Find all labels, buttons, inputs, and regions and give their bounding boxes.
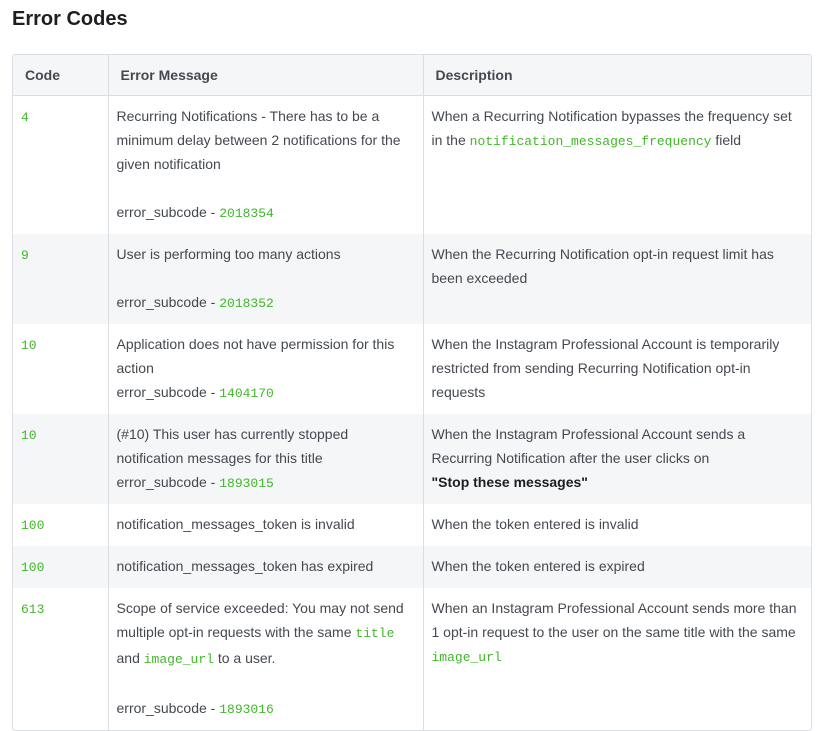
description-code: image_url xyxy=(431,650,502,665)
error-codes-table: Code Error Message Description 4 Recurri… xyxy=(13,55,811,730)
column-header-code: Code xyxy=(13,55,108,96)
description-cell: When an Instagram Professional Account s… xyxy=(422,588,811,730)
error-message-cell: (#10) This user has currently stopped no… xyxy=(107,414,423,504)
error-code-cell: 10 xyxy=(13,324,108,414)
description-cell: When the Instagram Professional Account … xyxy=(422,324,811,414)
description-code: notification_messages_frequency xyxy=(469,134,712,149)
error-message: (#10) This user has currently stopped no… xyxy=(116,426,349,466)
description-text: When an Instagram Professional Account s… xyxy=(431,600,797,640)
subcode-label: error_subcode - xyxy=(116,474,220,490)
error-code-cell: 10 xyxy=(13,414,108,504)
subcode-value: 1404170 xyxy=(219,386,274,401)
description-cell: When the token entered is invalid xyxy=(422,504,811,546)
description-text: When the token entered is invalid xyxy=(431,516,639,532)
table-row: 10 Application does not have permission … xyxy=(13,324,811,414)
error-code-cell: 100 xyxy=(13,546,108,588)
column-header-description: Description xyxy=(422,55,811,96)
error-code: 10 xyxy=(21,338,37,353)
error-subcode: error_subcode - 1893015 xyxy=(117,470,413,496)
error-message-cell: User is performing too many actions erro… xyxy=(107,234,423,324)
description-text: When the Instagram Professional Account … xyxy=(431,426,746,466)
table-row: 10 (#10) This user has currently stopped… xyxy=(13,414,811,504)
table-row: 4 Recurring Notifications - There has to… xyxy=(13,95,811,235)
description-cell: When the Instagram Professional Account … xyxy=(422,414,811,504)
subcode-value: 2018354 xyxy=(219,206,274,221)
subcode-label: error_subcode - xyxy=(116,294,220,310)
description-text: When the Recurring Notification opt-in r… xyxy=(431,246,774,286)
error-code: 613 xyxy=(21,602,45,617)
page: Error Codes Code Error Message Descripti… xyxy=(0,0,821,731)
column-header-error-message: Error Message xyxy=(107,55,423,96)
description-cell: When the token entered is expired xyxy=(422,546,811,588)
description-emphasis: "Stop these messages" xyxy=(431,474,588,490)
description-cell: When the Recurring Notification opt-in r… xyxy=(422,234,811,324)
subcode-value: 2018352 xyxy=(219,296,274,311)
table-row: 100 notification_messages_token is inval… xyxy=(13,504,811,546)
error-code: 4 xyxy=(21,110,29,125)
subcode-label: error_subcode - xyxy=(116,384,220,400)
error-message-code: title xyxy=(355,626,395,641)
error-message: notification_messages_token has expired xyxy=(116,558,374,574)
error-code-cell: 100 xyxy=(13,504,108,546)
table-row: 100 notification_messages_token has expi… xyxy=(13,546,811,588)
error-message-code: image_url xyxy=(143,652,214,667)
error-message-cell: Scope of service exceeded: You may not s… xyxy=(107,588,423,730)
error-code-cell: 9 xyxy=(13,234,108,324)
error-codes-table-wrapper: Code Error Message Description 4 Recurri… xyxy=(12,54,812,731)
error-subcode: error_subcode - 2018352 xyxy=(117,290,413,316)
table-row: 613 Scope of service exceeded: You may n… xyxy=(13,588,811,730)
page-title: Error Codes xyxy=(12,8,128,30)
error-message-cell: notification_messages_token is invalid xyxy=(107,504,423,546)
description-text-end: field xyxy=(711,132,742,148)
error-message: Application does not have permission for… xyxy=(116,336,395,376)
error-subcode: error_subcode - 2018354 xyxy=(117,200,413,226)
error-message: User is performing too many actions xyxy=(116,246,341,262)
error-code-cell: 613 xyxy=(13,588,108,730)
error-message: notification_messages_token is invalid xyxy=(116,516,355,532)
error-subcode: error_subcode - 1404170 xyxy=(117,380,413,406)
error-code-cell: 4 xyxy=(13,96,108,235)
error-message-end: to a user. xyxy=(213,650,276,666)
description-text: When the Instagram Professional Account … xyxy=(431,336,780,400)
error-subcode: error_subcode - 1893016 xyxy=(117,696,413,722)
subcode-label: error_subcode - xyxy=(116,700,220,716)
error-message-cell: notification_messages_token has expired xyxy=(107,546,423,588)
subcode-value: 1893016 xyxy=(219,702,274,717)
error-message-cell: Recurring Notifications - There has to b… xyxy=(107,95,423,234)
description-cell: When a Recurring Notification bypasses t… xyxy=(422,95,811,234)
subcode-value: 1893015 xyxy=(219,476,274,491)
error-message: Recurring Notifications - There has to b… xyxy=(116,108,401,172)
error-message-cell: Application does not have permission for… xyxy=(107,324,423,414)
error-code: 100 xyxy=(21,518,45,533)
subcode-label: error_subcode - xyxy=(116,204,220,220)
table-row: 9 User is performing too many actions er… xyxy=(13,234,811,324)
error-message-mid: and xyxy=(116,650,144,666)
description-text: When the token entered is expired xyxy=(431,558,645,574)
error-code: 10 xyxy=(21,428,37,443)
error-code: 100 xyxy=(21,560,45,575)
table-header-row: Code Error Message Description xyxy=(13,55,811,96)
error-code: 9 xyxy=(21,248,29,263)
